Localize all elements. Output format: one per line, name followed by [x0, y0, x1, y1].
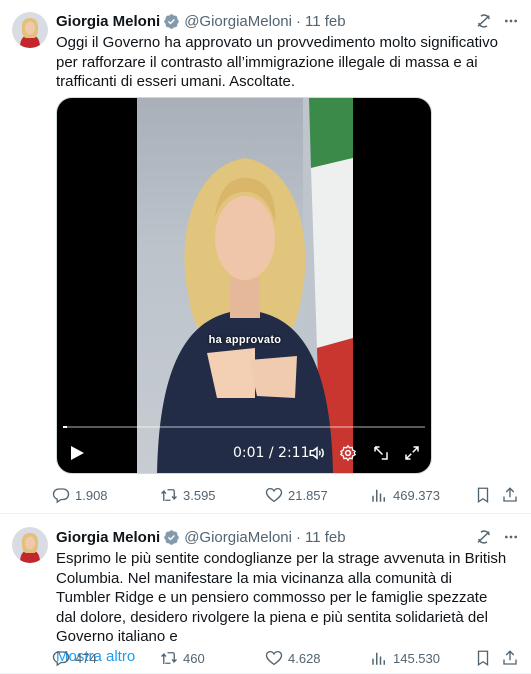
speaker-figure	[157, 158, 333, 473]
fullscreen-icon[interactable]	[403, 444, 421, 462]
views-button[interactable]: 145.530	[370, 647, 440, 669]
avatar[interactable]	[12, 12, 48, 48]
like-button[interactable]: 21.857	[265, 484, 328, 506]
repost-count: 3.595	[183, 487, 216, 503]
verified-badge-icon	[163, 13, 180, 30]
tweet-actions: 474 460 4.628 145.530	[52, 647, 519, 669]
video-timecode: 0:01 / 2:11	[233, 445, 310, 461]
tweet-actions: 1.908 3.595 21.857 469.373	[52, 484, 519, 506]
separator-dot: ·	[295, 12, 301, 30]
share-button[interactable]	[501, 647, 519, 669]
author-handle[interactable]: @GiorgiaMeloni	[184, 529, 292, 546]
tweet[interactable]: Giorgia Meloni @GiorgiaMeloni · 11 feb E…	[0, 514, 531, 674]
more-options-icon[interactable]	[503, 13, 519, 29]
separator-dot: ·	[295, 528, 301, 546]
views-button[interactable]: 469.373	[370, 484, 440, 506]
repost-icon	[161, 489, 177, 501]
tweet-header: Giorgia Meloni @GiorgiaMeloni · 11 feb	[56, 11, 519, 31]
bookmark-icon	[477, 487, 489, 504]
picture-in-picture-icon[interactable]	[372, 444, 390, 462]
tweet-date[interactable]: 11 feb	[305, 13, 346, 30]
grok-icon[interactable]	[475, 12, 493, 30]
tweet-text: Oggi il Governo ha approvato un provvedi…	[56, 34, 498, 90]
bookmark-icon	[477, 650, 489, 667]
tweet-header: Giorgia Meloni @GiorgiaMeloni · 11 feb	[56, 527, 519, 547]
avatar[interactable]	[12, 527, 48, 563]
like-count: 21.857	[288, 487, 328, 503]
play-icon[interactable]	[69, 445, 85, 461]
like-button[interactable]: 4.628	[265, 647, 321, 669]
author-name[interactable]: Giorgia Meloni	[56, 13, 160, 30]
bookmark-button[interactable]	[474, 647, 492, 669]
heart-icon	[265, 487, 283, 503]
views-chart-icon	[372, 489, 385, 502]
video-player[interactable]: ha approvato 0:01 / 2:11	[56, 97, 432, 474]
video-frame	[137, 98, 353, 473]
tweet-text: Esprimo le più sentite condoglianze per …	[56, 550, 507, 645]
views-chart-icon	[372, 652, 385, 665]
more-options-icon[interactable]	[503, 529, 519, 545]
reply-count: 1.908	[75, 487, 108, 503]
volume-icon[interactable]	[308, 444, 326, 462]
views-count: 469.373	[393, 487, 440, 503]
views-count: 145.530	[393, 650, 440, 666]
share-icon	[503, 487, 517, 502]
repost-icon	[161, 652, 177, 664]
tweet-date[interactable]: 11 feb	[305, 529, 346, 546]
heart-icon	[265, 650, 283, 666]
verified-badge-icon	[163, 529, 180, 546]
reply-icon	[52, 651, 70, 667]
reply-button[interactable]: 1.908	[52, 484, 108, 506]
tweet[interactable]: Giorgia Meloni @GiorgiaMeloni · 11 feb O…	[0, 0, 531, 514]
reply-button[interactable]: 474	[52, 647, 97, 669]
video-progress-fill	[63, 426, 67, 428]
author-name[interactable]: Giorgia Meloni	[56, 529, 160, 546]
repost-button[interactable]: 460	[160, 647, 205, 669]
share-icon	[503, 650, 517, 665]
repost-count: 460	[183, 650, 205, 666]
video-caption: ha approvato	[208, 334, 282, 346]
reply-icon	[52, 488, 70, 504]
repost-button[interactable]: 3.595	[160, 484, 216, 506]
grok-icon[interactable]	[475, 528, 493, 546]
video-controls: 0:01 / 2:11	[57, 433, 431, 473]
author-handle[interactable]: @GiorgiaMeloni	[184, 13, 292, 30]
reply-count: 474	[75, 650, 97, 666]
settings-gear-icon[interactable]	[339, 444, 357, 462]
like-count: 4.628	[288, 650, 321, 666]
bookmark-button[interactable]	[474, 484, 492, 506]
share-button[interactable]	[501, 484, 519, 506]
video-progress-bar[interactable]	[63, 426, 425, 428]
